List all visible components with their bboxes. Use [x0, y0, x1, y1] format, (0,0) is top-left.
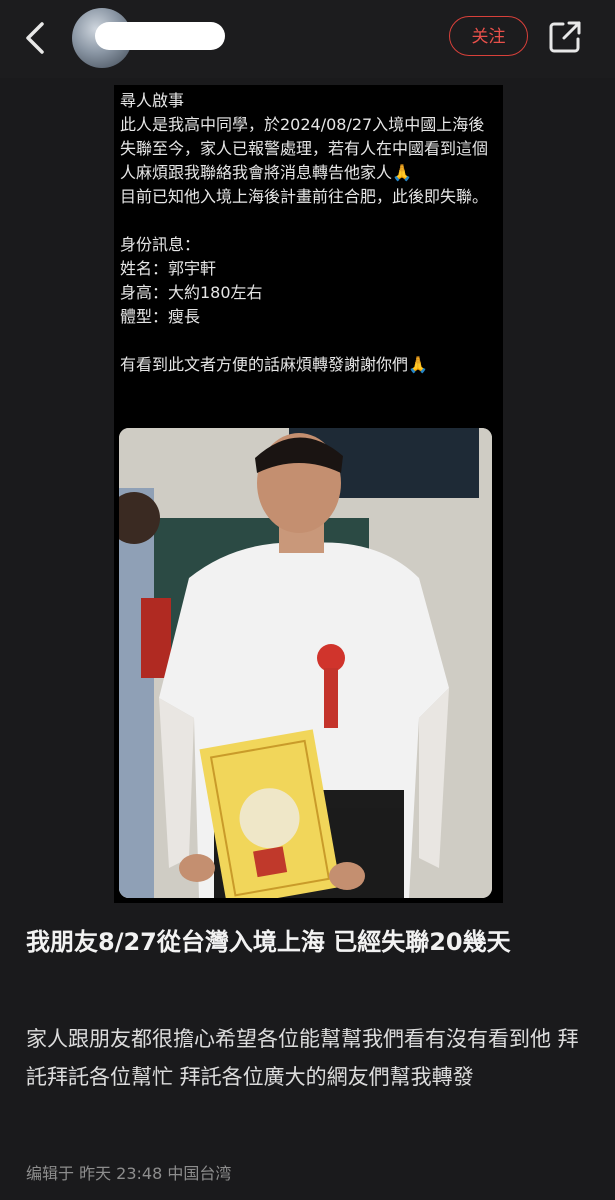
share-icon[interactable]: [548, 20, 582, 54]
username-redacted: [95, 22, 225, 50]
missing-person-notice-text: 尋人啟事 此人是我高中同學，於2024/08/27入境中國上海後失聯至今，家人已…: [120, 91, 489, 374]
post-content: 家人跟朋友都很擔心希望各位能幫幫我們看有沒有看到他 拜託拜託各位幫忙 拜託各位廣…: [26, 1027, 579, 1089]
top-bar: 关注: [0, 0, 615, 78]
post-meta: 编辑于 昨天 23:48 中国台湾: [26, 1164, 232, 1183]
post-image[interactable]: 尋人啟事 此人是我高中同學，於2024/08/27入境中國上海後失聯至今，家人已…: [114, 85, 503, 903]
post-title: 我朋友8/27從台灣入境上海 已經失聯20幾天: [26, 928, 511, 956]
person-photo: +: [119, 428, 492, 898]
back-icon[interactable]: [22, 20, 52, 56]
follow-button[interactable]: 关注: [449, 16, 528, 56]
